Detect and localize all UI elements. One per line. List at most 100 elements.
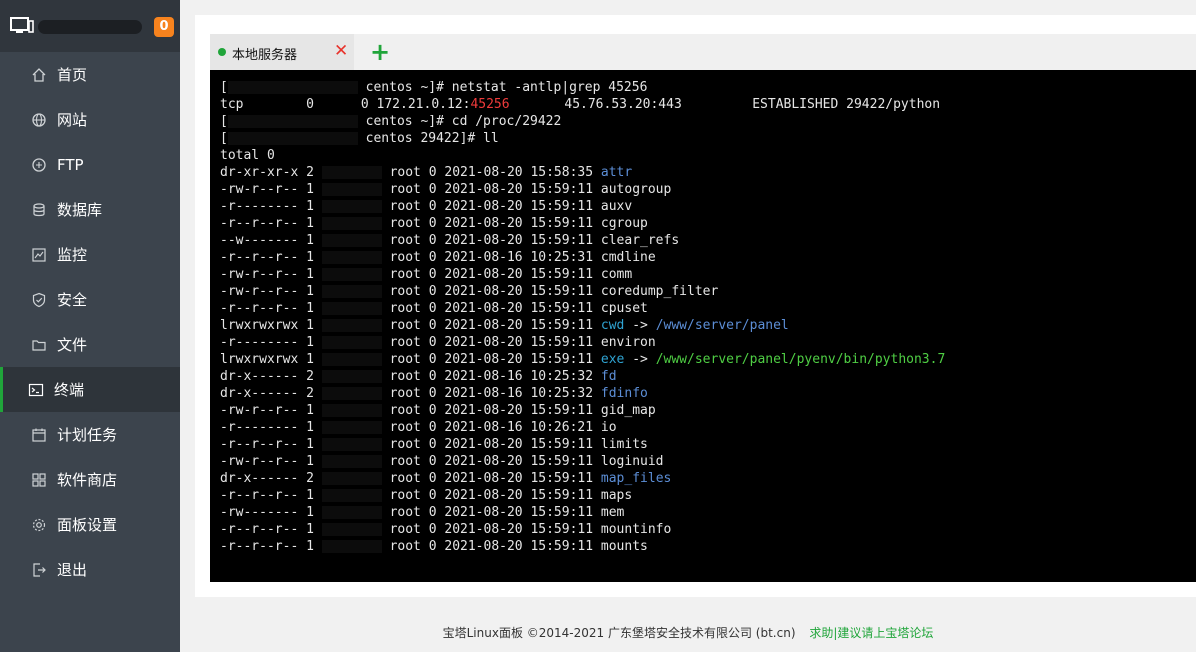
terminal-text: root 0 2021-08-20 15:59:11 gid_map	[381, 403, 656, 418]
sidebar-item-home[interactable]: 首页	[0, 52, 180, 97]
terminal-line: -r--r--r-- 1 root 0 2021-08-20 15:59:11 …	[220, 215, 945, 232]
redacted-text	[227, 132, 358, 145]
terminal-text: root 0 2021-08-16 10:25:31 cmdline	[381, 250, 656, 265]
redacted-text	[321, 353, 382, 366]
terminal-line: -r--r--r-- 1 root 0 2021-08-20 15:59:11 …	[220, 436, 945, 453]
terminal-text: root 0 2021-08-20 15:59:11 maps	[381, 488, 633, 503]
sidebar-item-label: FTP	[57, 155, 84, 174]
add-tab-icon[interactable]: +	[370, 38, 390, 66]
notification-badge[interactable]: 0	[154, 17, 174, 37]
tab-label: 本地服务器	[232, 48, 298, 63]
redacted-text	[321, 472, 382, 485]
redacted-text	[321, 370, 382, 383]
footer-forum-link[interactable]: 求助|建议请上宝塔论坛	[809, 626, 933, 640]
redacted-text	[321, 540, 382, 553]
terminal-text: centos 29422]# ll	[357, 131, 499, 146]
terminal-text: root 0 2021-08-20 15:59:11 loginuid	[381, 454, 664, 469]
ftp-icon	[31, 157, 47, 173]
apps-grid-icon	[31, 472, 47, 488]
sidebar-header: 0	[0, 0, 180, 52]
terminal-line: -rw-r--r-- 1 root 0 2021-08-20 15:59:11 …	[220, 266, 945, 283]
sidebar-item-security[interactable]: 安全	[0, 277, 180, 322]
terminal-text: root 0 2021-08-20 15:59:11 coredump_filt…	[381, 284, 719, 299]
terminal-text: fdinfo	[600, 386, 648, 401]
redacted-text	[321, 404, 382, 417]
sidebar-item-ftp[interactable]: FTP	[0, 142, 180, 187]
sidebar-item-website[interactable]: 网站	[0, 97, 180, 142]
terminal-text: root 0 2021-08-20 15:59:11 autogroup	[381, 182, 672, 197]
terminal-text: -rw-r--r-- 1	[220, 454, 322, 469]
server-monitor-icon	[10, 17, 34, 33]
redacted-text	[321, 387, 382, 400]
sidebar-item-label: 安全	[57, 291, 88, 309]
terminal-text: root 0 2021-08-20 15:59:11 mem	[381, 505, 625, 520]
terminal-line: -r--r--r-- 1 root 0 2021-08-20 15:59:11 …	[220, 300, 945, 317]
page-footer: 宝塔Linux面板 ©2014-2021 广东堡塔安全技术有限公司 (bt.cn…	[180, 624, 1196, 641]
sidebar-item-label: 监控	[57, 246, 88, 264]
sidebar-item-cron[interactable]: 计划任务	[0, 412, 180, 457]
terminal-line: dr-x------ 2 root 0 2021-08-16 10:25:32 …	[220, 385, 945, 402]
terminal-line: -r-------- 1 root 0 2021-08-20 15:59:11 …	[220, 198, 945, 215]
sidebar-item-terminal[interactable]: 终端	[0, 367, 180, 412]
terminal-text: -r--r--r-- 1	[220, 301, 322, 316]
terminal-line: -rw-r--r-- 1 root 0 2021-08-20 15:59:11 …	[220, 453, 945, 470]
terminal-text: [	[220, 131, 228, 146]
sidebar-item-settings[interactable]: 面板设置	[0, 502, 180, 547]
redacted-text	[321, 438, 382, 451]
terminal-text: root 0 2021-08-20 15:59:11	[381, 471, 601, 486]
sidebar-item-database[interactable]: 数据库	[0, 187, 180, 232]
close-icon[interactable]: ✕	[334, 41, 348, 61]
globe-icon	[31, 112, 47, 128]
sidebar-item-files[interactable]: 文件	[0, 322, 180, 367]
terminal-text: tcp 0 0 172.21.0.12:	[220, 97, 471, 112]
terminal-text: fd	[600, 369, 617, 384]
terminal-output[interactable]: [ centos ~]# netstat -antlp|grep 45256 tc…	[210, 70, 1196, 582]
terminal-text: root 0 2021-08-20 15:59:11 mounts	[381, 539, 648, 554]
sidebar-item-app-store[interactable]: 软件商店	[0, 457, 180, 502]
tab-local-server[interactable]: 本地服务器 ✕	[210, 34, 354, 70]
terminal-line: lrwxrwxrwx 1 root 0 2021-08-20 15:59:11 …	[220, 351, 945, 368]
folder-icon	[31, 337, 47, 353]
terminal-text: -r--r--r-- 1	[220, 216, 322, 231]
terminal-text: dr-xr-xr-x 2	[220, 165, 322, 180]
redacted-text	[321, 302, 382, 315]
terminal-text: root 0 2021-08-20 15:59:11 environ	[381, 335, 656, 350]
terminal-line: -rw-r--r-- 1 root 0 2021-08-20 15:59:11 …	[220, 402, 945, 419]
sidebar: 0 首页 网站 FTP 数据库 监控 安全 文件 终端 计划任务 软件商店 面板…	[0, 0, 180, 652]
terminal-text: -r-------- 1	[220, 199, 322, 214]
terminal-text: -rw-r--r-- 1	[220, 267, 322, 282]
connection-status-dot	[218, 48, 226, 56]
redacted-text	[321, 489, 382, 502]
redacted-text	[321, 523, 382, 536]
sidebar-item-label: 终端	[54, 381, 85, 399]
redacted-text	[321, 319, 382, 332]
terminal-text: /www/server/panel	[655, 318, 789, 333]
terminal-text: lrwxrwxrwx 1	[220, 318, 322, 333]
sidebar-item-label: 数据库	[57, 201, 103, 219]
terminal-text: -rw-r--r-- 1	[220, 403, 322, 418]
terminal-line: --w------- 1 root 0 2021-08-20 15:59:11 …	[220, 232, 945, 249]
terminal-line: -r--r--r-- 1 root 0 2021-08-20 15:59:11 …	[220, 521, 945, 538]
terminal-icon	[28, 382, 44, 398]
terminal-text: -r-------- 1	[220, 420, 322, 435]
redacted-text	[321, 200, 382, 213]
sidebar-item-monitor[interactable]: 监控	[0, 232, 180, 277]
sidebar-item-label: 计划任务	[57, 426, 118, 444]
terminal-line: tcp 0 0 172.21.0.12:45256 45.76.53.20:44…	[220, 96, 945, 113]
redacted-text	[321, 285, 382, 298]
terminal-line: [ centos 29422]# ll	[220, 130, 945, 147]
sidebar-item-logout[interactable]: 退出	[0, 547, 180, 592]
gear-icon	[31, 517, 47, 533]
terminal-text: cwd	[600, 318, 625, 333]
terminal-text: root 0 2021-08-20 15:59:11 cpuset	[381, 301, 648, 316]
redacted-text	[321, 421, 382, 434]
terminal-text: root 0 2021-08-20 15:59:11 limits	[381, 437, 648, 452]
terminal-text: root 0 2021-08-20 15:59:11 auxv	[381, 199, 633, 214]
redacted-text	[321, 455, 382, 468]
sidebar-item-label: 首页	[57, 66, 88, 84]
terminal-text: root 0 2021-08-16 10:25:32	[381, 369, 601, 384]
terminal-text: dr-x------ 2	[220, 369, 322, 384]
terminal-text: dr-x------ 2	[220, 386, 322, 401]
terminal-lines: [ centos ~]# netstat -antlp|grep 45256 tc…	[220, 79, 945, 555]
terminal-text: -r--r--r-- 1	[220, 437, 322, 452]
